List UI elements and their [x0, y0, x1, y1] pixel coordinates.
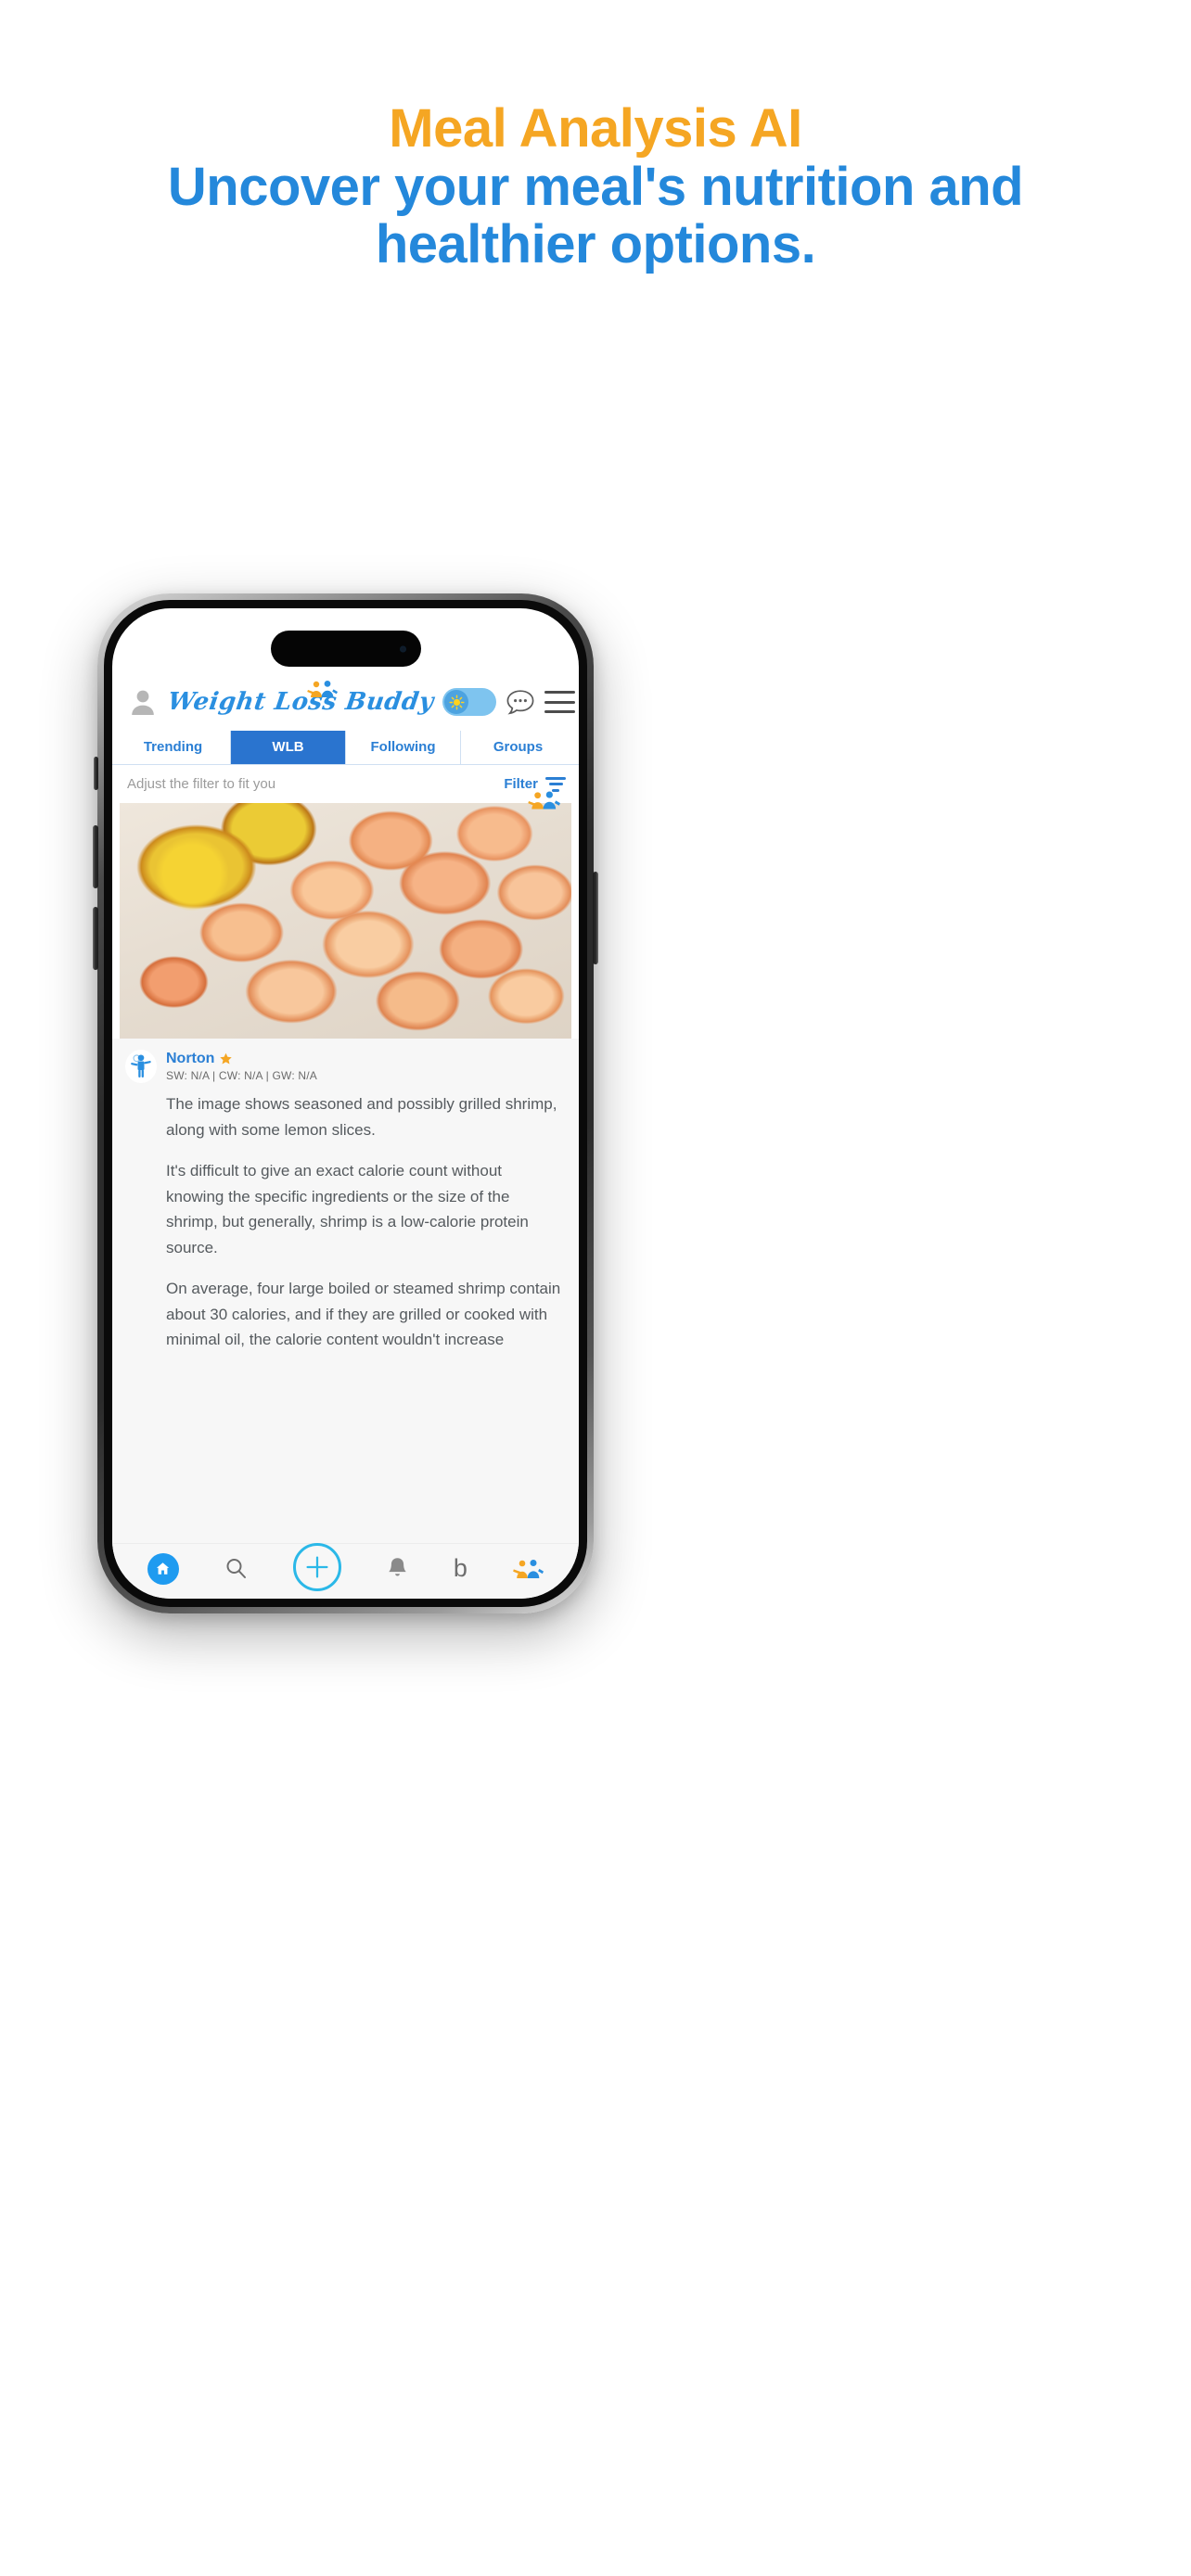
volume-down-button[interactable]: [93, 907, 98, 970]
app-logo[interactable]: Weight Loss Buddy: [165, 681, 436, 716]
user-avatar-icon[interactable]: [127, 686, 159, 718]
chat-bubble-icon[interactable]: [506, 688, 535, 716]
nav-search-button[interactable]: [224, 1556, 249, 1581]
post-paragraph: On average, four large boiled or steamed…: [166, 1280, 561, 1349]
post-stats: SW: N/A | CW: N/A | GW: N/A: [166, 1069, 317, 1082]
power-button[interactable]: [593, 872, 598, 964]
buddies-icon: [513, 1559, 544, 1578]
hamburger-menu-icon[interactable]: [544, 691, 576, 713]
post-image[interactable]: [120, 803, 571, 1039]
bottom-navigation: b: [112, 1542, 579, 1599]
orange-star-badge-icon: [220, 1052, 233, 1064]
app-logo-text: Weight Loss Buddy: [165, 688, 436, 716]
nav-home-button[interactable]: [147, 1552, 179, 1585]
post-author-name[interactable]: Norton: [166, 1051, 214, 1067]
home-icon: [147, 1552, 179, 1585]
promo-headline: Meal Analysis AI Uncover your meal's nut…: [0, 0, 1191, 274]
filter-row: Adjust the filter to fit you Filter: [112, 771, 579, 797]
filter-hint: Adjust the filter to fit you: [127, 776, 276, 792]
avatar[interactable]: [125, 1050, 157, 1083]
phone-bezel: Weight Loss Buddy Trending WLB Following…: [104, 600, 587, 1607]
bell-icon: [389, 1558, 406, 1576]
post-paragraph: The image shows seasoned and possibly gr…: [166, 1095, 557, 1139]
buddy-person-icon: [131, 1054, 151, 1078]
phone-screen: Weight Loss Buddy Trending WLB Following…: [112, 608, 579, 1599]
buddies-watermark-icon: [528, 791, 560, 810]
sun-toggle-icon: [444, 690, 469, 714]
theme-toggle[interactable]: [442, 688, 497, 716]
dynamic-island: [270, 631, 421, 667]
post-header: Norton SW: N/A | CW: N/A | GW: N/A: [125, 1050, 564, 1083]
phone-frame: Weight Loss Buddy Trending WLB Following…: [93, 593, 598, 1613]
tab-trending[interactable]: Trending: [116, 731, 231, 764]
promo-subtitle: Uncover your meal's nutrition and health…: [167, 156, 1024, 275]
phone-mockup: Weight Loss Buddy Trending WLB Following…: [0, 593, 1191, 1651]
post-author-row: Norton: [166, 1051, 564, 1067]
post-meta: Norton SW: N/A | CW: N/A | GW: N/A: [166, 1050, 564, 1082]
tab-following[interactable]: Following: [346, 731, 461, 764]
grilled-shrimp-photo: [120, 803, 571, 1039]
silent-switch[interactable]: [94, 757, 98, 790]
volume-up-button[interactable]: [93, 825, 98, 888]
app-header: Weight Loss Buddy: [112, 673, 579, 731]
letter-b-icon: b: [453, 1554, 467, 1582]
tab-wlb[interactable]: WLB: [231, 731, 346, 764]
post-paragraph: It's difficult to give an exact calorie …: [166, 1162, 529, 1256]
buddies-logo-icon: [307, 681, 338, 697]
nav-notifications-button[interactable]: [386, 1556, 409, 1581]
promo-title: Meal Analysis AI: [389, 98, 802, 159]
search-icon: [226, 1559, 246, 1578]
feed-tabs: Trending WLB Following Groups: [112, 731, 579, 765]
nav-buddies-button[interactable]: [512, 1557, 544, 1581]
nav-create-button[interactable]: [292, 1542, 341, 1591]
plus-circle-icon: [292, 1542, 341, 1591]
nav-buddy-b-button[interactable]: b: [454, 1556, 467, 1581]
tab-groups[interactable]: Groups: [461, 731, 575, 764]
post-body: Norton SW: N/A | CW: N/A | GW: N/A The i…: [112, 1039, 579, 1543]
post-text: The image shows seasoned and possibly gr…: [166, 1091, 564, 1353]
